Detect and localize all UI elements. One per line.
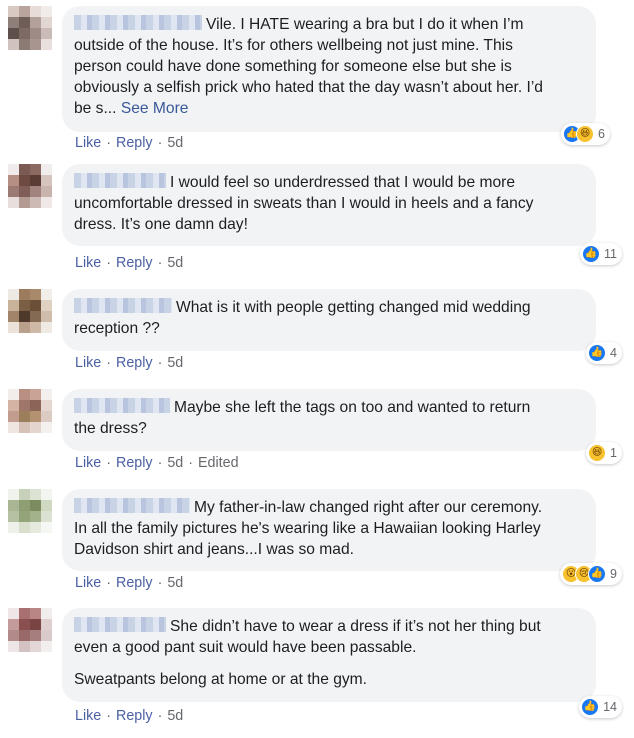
- reply-button[interactable]: Reply: [116, 708, 153, 724]
- comment-bubble: Vile. I HATE wearing a bra but I do it w…: [62, 6, 596, 132]
- avatar[interactable]: [8, 389, 52, 433]
- see-more-link[interactable]: See More: [121, 100, 189, 117]
- reaction-summary[interactable]: 👍 14: [579, 696, 622, 718]
- separator: ·: [188, 455, 193, 471]
- timestamp[interactable]: 5d: [167, 355, 183, 371]
- like-button[interactable]: Like: [75, 355, 101, 371]
- separator: ·: [106, 708, 111, 724]
- separator: ·: [157, 575, 163, 591]
- commenter-name[interactable]: [74, 173, 166, 188]
- separator: ·: [106, 455, 111, 471]
- avatar[interactable]: [8, 289, 52, 333]
- reaction-summary[interactable]: 👍 4: [586, 342, 622, 364]
- separator: ·: [157, 455, 163, 471]
- reply-button[interactable]: Reply: [116, 455, 153, 471]
- comment-text: She didn’t have to wear a dress if it’s …: [74, 617, 541, 656]
- comment-actions: Like · Reply · 5d: [75, 575, 183, 591]
- commenter-name[interactable]: [74, 398, 170, 413]
- separator: ·: [157, 708, 163, 724]
- commenter-name[interactable]: [74, 617, 166, 632]
- reaction-count: 14: [603, 700, 617, 714]
- timestamp[interactable]: 5d: [167, 455, 183, 471]
- separator: ·: [157, 255, 163, 271]
- timestamp[interactable]: 5d: [167, 708, 183, 724]
- reaction-summary[interactable]: 👍 11: [580, 243, 622, 265]
- comment-actions: Like · Reply · 5d: [75, 255, 183, 271]
- reply-button[interactable]: Reply: [116, 355, 153, 371]
- comment-bubble: My father-in-law changed right after our…: [62, 489, 596, 571]
- reaction-count: 6: [598, 127, 605, 141]
- comment-actions: Like · Reply · 5d · Edited: [75, 455, 239, 471]
- like-button[interactable]: Like: [75, 575, 101, 591]
- reaction-summary[interactable]: 😮 😢 👍 9: [560, 563, 622, 585]
- comment-actions: Like · Reply · 5d: [75, 708, 183, 724]
- separator: ·: [157, 135, 163, 151]
- separator: ·: [106, 575, 111, 591]
- comment-bubble: What is it with people getting changed m…: [62, 289, 596, 351]
- like-button[interactable]: Like: [75, 455, 101, 471]
- like-button[interactable]: Like: [75, 708, 101, 724]
- comment-text: I would feel so underdressed that I woul…: [74, 173, 534, 233]
- reaction-count: 4: [610, 346, 617, 360]
- haha-reaction-icon: 😆: [576, 125, 595, 143]
- edited-label[interactable]: Edited: [198, 455, 239, 471]
- reply-button[interactable]: Reply: [116, 135, 153, 151]
- like-reaction-icon: 👍: [588, 565, 607, 583]
- comment-bubble: Maybe she left the tags on too and wante…: [62, 389, 596, 451]
- comment-bubble: I would feel so underdressed that I woul…: [62, 164, 596, 246]
- comment-text: Vile. I HATE wearing a bra but I do it w…: [74, 15, 543, 117]
- commenter-name[interactable]: [74, 498, 190, 513]
- like-reaction-icon: 👍: [588, 344, 607, 362]
- comment-text: Maybe she left the tags on too and wante…: [74, 398, 531, 437]
- like-button[interactable]: Like: [75, 135, 101, 151]
- reaction-summary[interactable]: 👍 😆 6: [561, 123, 610, 145]
- timestamp[interactable]: 5d: [167, 255, 183, 271]
- avatar[interactable]: [8, 6, 52, 50]
- comment-bubble: She didn’t have to wear a dress if it’s …: [62, 608, 596, 702]
- separator: ·: [106, 355, 111, 371]
- commenter-name[interactable]: [74, 15, 202, 30]
- timestamp[interactable]: 5d: [167, 135, 183, 151]
- reaction-count: 9: [610, 567, 617, 581]
- avatar[interactable]: [8, 608, 52, 652]
- reaction-count: 1: [610, 446, 617, 460]
- timestamp[interactable]: 5d: [167, 575, 183, 591]
- comment-text-paragraph: Sweatpants belong at home or at the gym.: [74, 671, 367, 688]
- comment-text: What is it with people getting changed m…: [74, 298, 531, 337]
- like-reaction-icon: 👍: [581, 698, 600, 716]
- avatar[interactable]: [8, 489, 52, 533]
- comment-actions: Like · Reply · 5d: [75, 355, 183, 371]
- comment-text: My father-in-law changed right after our…: [74, 498, 543, 558]
- reaction-summary[interactable]: 😆 1: [586, 442, 622, 464]
- comment-actions: Like · Reply · 5d: [75, 135, 183, 151]
- avatar[interactable]: [8, 164, 52, 208]
- separator: ·: [106, 255, 111, 271]
- reply-button[interactable]: Reply: [116, 255, 153, 271]
- haha-reaction-icon: 😆: [588, 444, 607, 462]
- like-button[interactable]: Like: [75, 255, 101, 271]
- reply-button[interactable]: Reply: [116, 575, 153, 591]
- reaction-count: 11: [604, 247, 617, 261]
- separator: ·: [106, 135, 111, 151]
- commenter-name[interactable]: [74, 298, 172, 313]
- separator: ·: [157, 355, 163, 371]
- like-reaction-icon: 👍: [582, 245, 601, 263]
